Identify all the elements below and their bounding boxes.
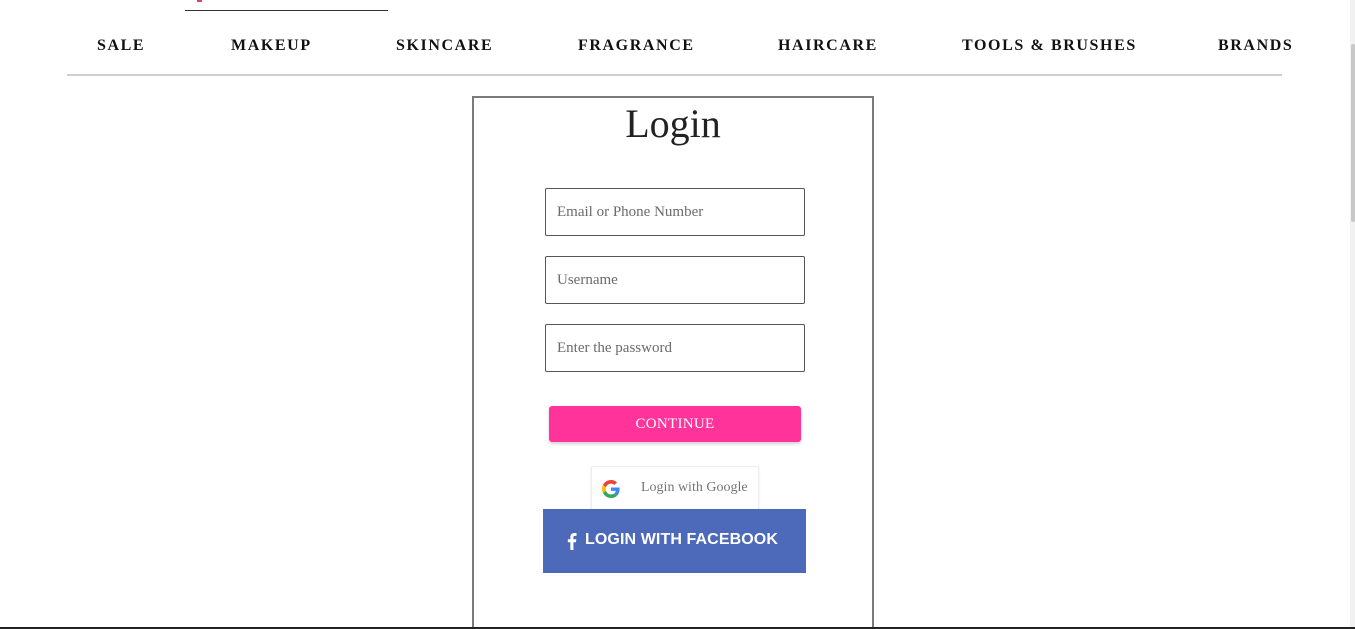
header-underline: [185, 10, 388, 11]
login-card: Login CONTINUE Login with Google LOGIN W…: [472, 96, 874, 629]
nav-item-fragrance[interactable]: FRAGRANCE: [578, 37, 695, 55]
username-field[interactable]: [545, 256, 805, 304]
nav-item-brands[interactable]: BRANDS: [1218, 37, 1293, 55]
header-accent-mark: [197, 0, 202, 2]
login-with-google-button[interactable]: Login with Google: [591, 466, 759, 510]
page: SALE MAKEUP SKINCARE FRAGRANCE HAIRCARE …: [0, 0, 1355, 629]
facebook-button-label: LOGIN WITH FACEBOOK: [585, 531, 779, 548]
login-title: Login: [625, 101, 721, 146]
nav-item-skincare[interactable]: SKINCARE: [396, 37, 493, 55]
nav-divider: [67, 74, 1282, 76]
nav-item-tools-brushes[interactable]: TOOLS & BRUSHES: [962, 37, 1137, 55]
nav-item-makeup[interactable]: MAKEUP: [231, 37, 312, 55]
google-icon: [602, 480, 620, 498]
password-field[interactable]: [545, 324, 805, 372]
login-with-facebook-button[interactable]: LOGIN WITH FACEBOOK: [543, 509, 806, 573]
scrollbar-thumb[interactable]: [1351, 44, 1355, 222]
nav-item-sale[interactable]: SALE: [97, 37, 145, 55]
email-field[interactable]: [545, 188, 805, 236]
nav-item-haircare[interactable]: HAIRCARE: [778, 37, 878, 55]
continue-button[interactable]: CONTINUE: [549, 406, 801, 442]
facebook-icon: [567, 533, 577, 550]
category-nav: SALE MAKEUP SKINCARE FRAGRANCE HAIRCARE …: [67, 28, 1292, 74]
google-button-label: Login with Google: [641, 480, 748, 495]
